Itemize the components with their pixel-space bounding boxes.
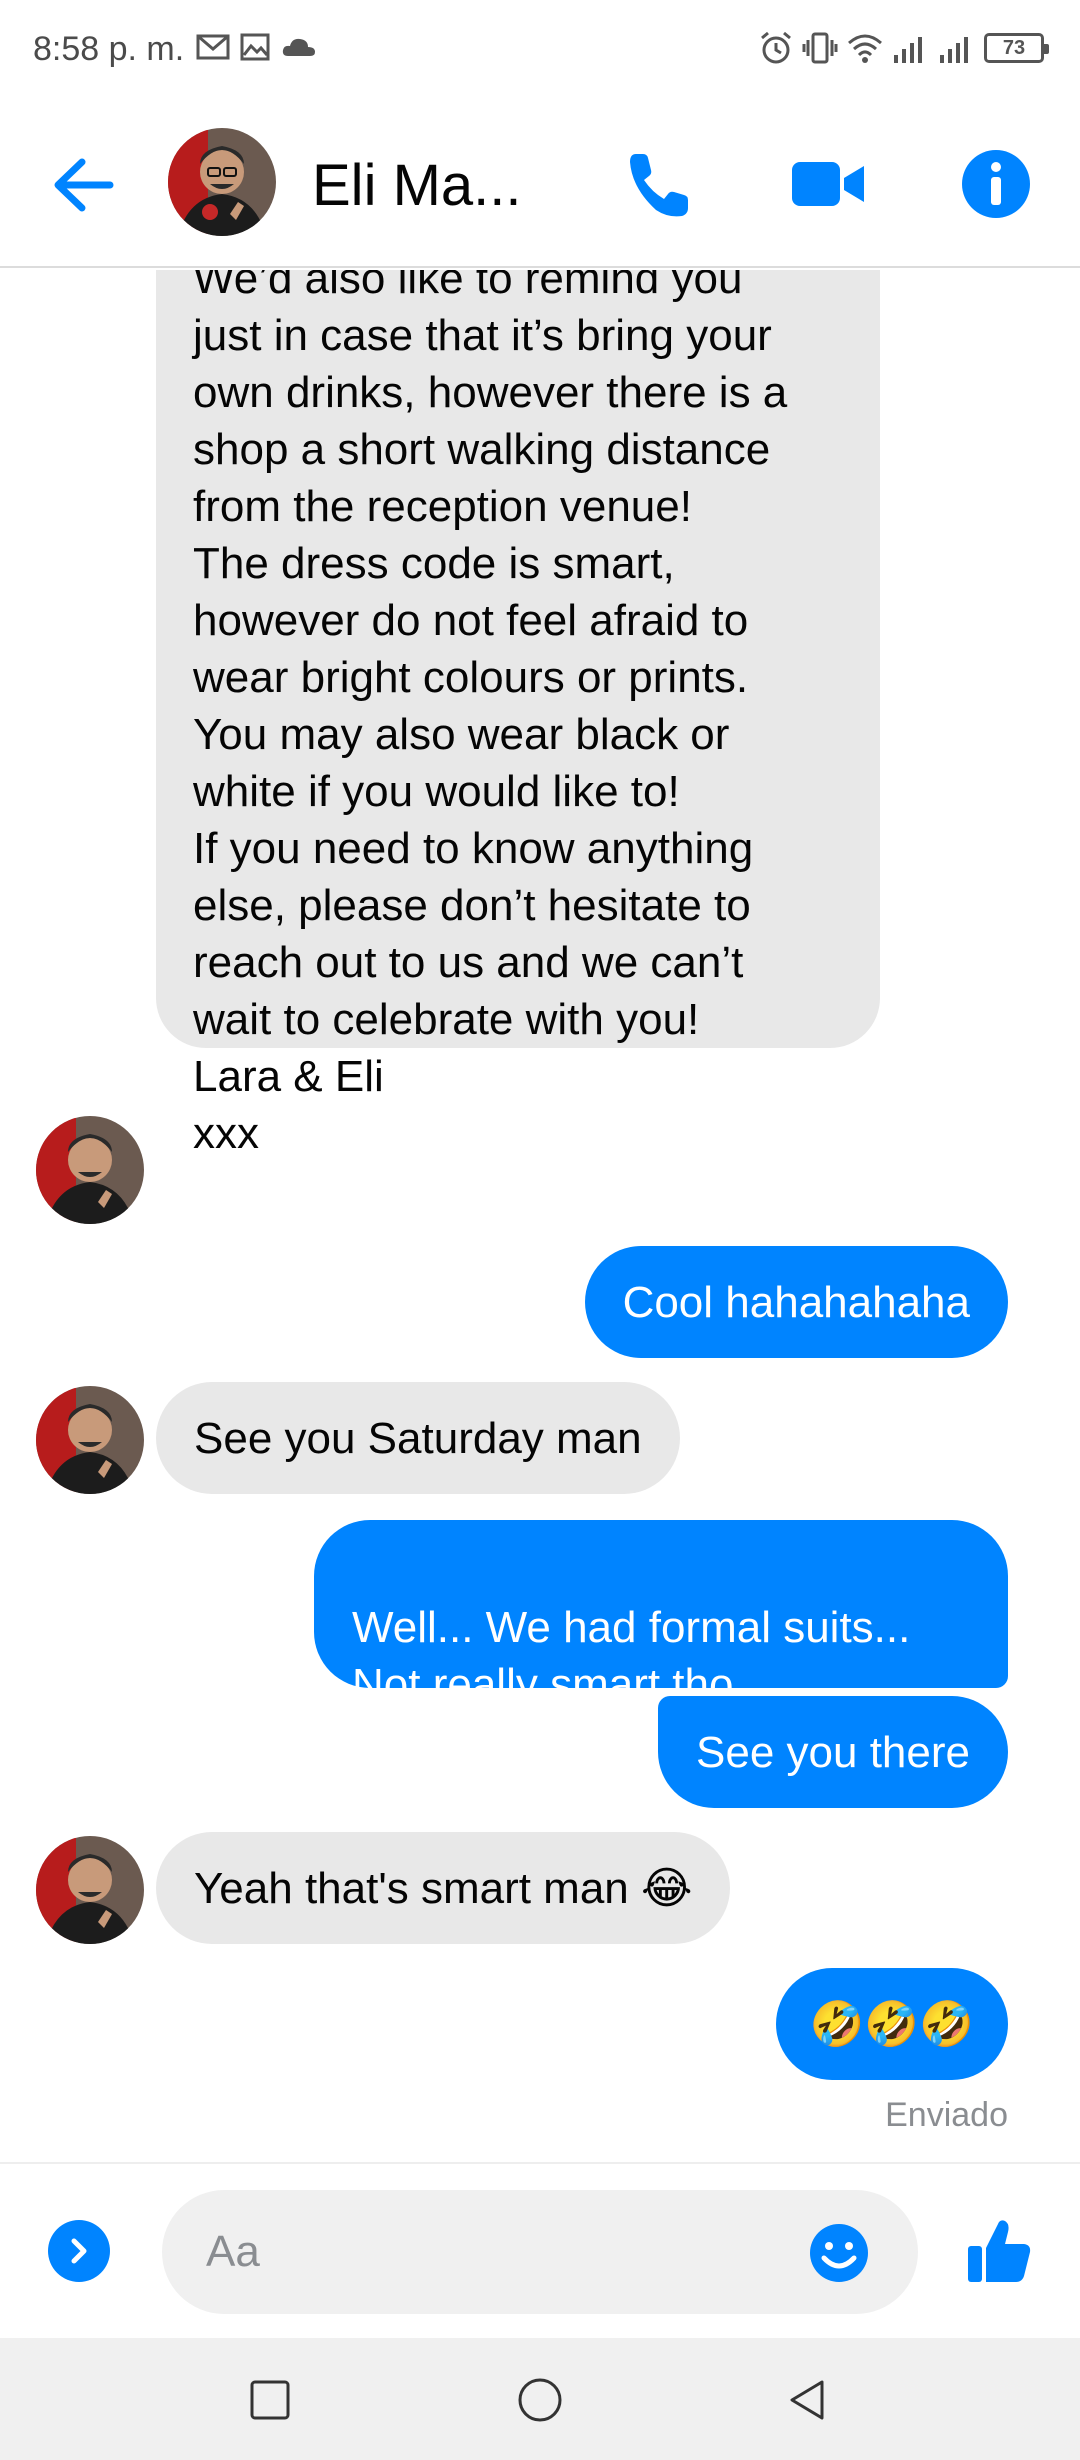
contact-avatar[interactable] [168, 128, 276, 236]
back-arrow-icon[interactable] [48, 150, 118, 220]
sender-avatar[interactable] [36, 1836, 144, 1944]
message-input[interactable] [206, 2220, 766, 2284]
message-thread[interactable]: We’d also like to remind you just in cas… [0, 270, 1080, 2160]
message-text: We’d also like to remind you just in cas… [193, 270, 788, 1158]
wifi-icon [848, 34, 882, 63]
message-text: See you Saturday man [194, 1413, 642, 1463]
gmail-icon [196, 34, 230, 60]
cloud-icon [282, 38, 315, 56]
info-icon[interactable] [958, 146, 1034, 222]
incoming-message[interactable]: We’d also like to remind you just in cas… [156, 270, 880, 1158]
avatar-image [36, 1116, 144, 1224]
avatar-image [36, 1386, 144, 1494]
home-circle-icon[interactable] [514, 2374, 566, 2426]
emoji-icon[interactable] [808, 2222, 870, 2284]
incoming-message[interactable]: See you Saturday man [156, 1382, 680, 1494]
conversation-header: Eli Ma... [0, 100, 1080, 268]
message-text: 🤣🤣🤣 [809, 1999, 974, 2049]
outgoing-message[interactable]: Well... We had formal suits... Not reall… [314, 1520, 1008, 1709]
back-triangle-icon[interactable] [782, 2374, 834, 2426]
avatar-image [36, 1836, 144, 1944]
incoming-message[interactable]: Yeah that's smart man 😂 [156, 1832, 731, 1944]
message-text: Well... We had formal suits... Not reall… [352, 1603, 911, 1709]
chevron-right-icon [71, 2238, 87, 2264]
battery-level: 73 [1002, 36, 1026, 59]
message-input-wrapper [162, 2190, 918, 2314]
battery-icon: 73 [984, 33, 1049, 63]
vibrate-icon [802, 32, 838, 64]
status-bar: 8:58 p. m. 73 [0, 0, 1080, 100]
gallery-icon [240, 33, 270, 61]
status-time: 8:58 p. m. [33, 30, 185, 68]
outgoing-message[interactable]: 🤣🤣🤣 [775, 1968, 1008, 2080]
thumbs-up-icon[interactable] [964, 2216, 1034, 2286]
system-nav-bar [0, 2338, 1080, 2460]
message-composer [0, 2162, 1080, 2338]
signal-icon [940, 37, 968, 63]
sent-status: Enviado [885, 2096, 1008, 2134]
sender-avatar[interactable] [36, 1116, 144, 1224]
outgoing-message[interactable]: See you there [658, 1696, 1008, 1808]
alarm-icon [761, 31, 791, 64]
signal-icon [894, 37, 922, 63]
sender-avatar[interactable] [36, 1386, 144, 1494]
outgoing-message[interactable]: Cool hahahahaha [584, 1246, 1008, 1358]
contact-name[interactable]: Eli Ma... [312, 152, 522, 219]
message-text: Yeah that's smart man 😂 [194, 1863, 693, 1913]
video-camera-icon[interactable] [790, 146, 866, 222]
recents-square-icon[interactable] [244, 2374, 296, 2426]
message-text: See you there [696, 1727, 970, 1777]
message-text: Cool hahahahaha [622, 1277, 970, 1327]
expand-actions-button[interactable] [48, 2220, 110, 2282]
status-system-icons: 73 [758, 30, 1049, 66]
avatar-image [168, 128, 276, 236]
phone-icon[interactable] [622, 146, 698, 222]
status-notification-icons [196, 32, 318, 62]
